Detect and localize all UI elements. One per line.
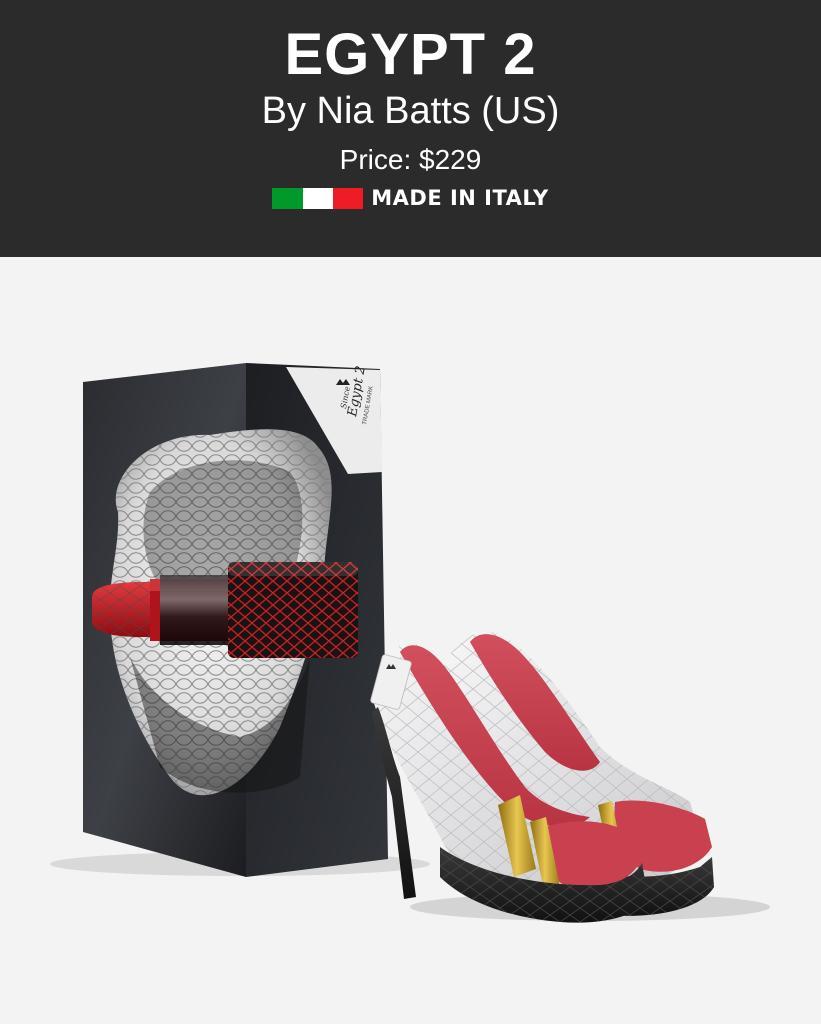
lipstick-tube [160, 575, 228, 645]
lipstick-cap-pattern [228, 562, 358, 658]
flag-stripe-red [332, 187, 364, 209]
designer-name: By Nia Batts (US) [261, 90, 560, 132]
made-in-row: MADE IN ITALY [0, 185, 821, 211]
italian-flag-icon [272, 187, 364, 209]
product-header: EGYPT 2 By Nia Batts (US) Price: $229 MA… [0, 0, 821, 257]
flag-stripe-white [302, 187, 333, 209]
shoe-pair [370, 631, 714, 923]
product-illustration: Since Egypt 2 TRADE MARK [50, 363, 770, 923]
shoe-box: Since Egypt 2 TRADE MARK [83, 363, 388, 877]
product-title: EGYPT 2 [284, 22, 537, 87]
product-image: Since Egypt 2 TRADE MARK [0, 257, 821, 1024]
made-in-label: MADE IN ITALY [371, 186, 549, 210]
product-price: Price: $229 [339, 144, 482, 175]
flag-stripe-green [272, 187, 303, 209]
